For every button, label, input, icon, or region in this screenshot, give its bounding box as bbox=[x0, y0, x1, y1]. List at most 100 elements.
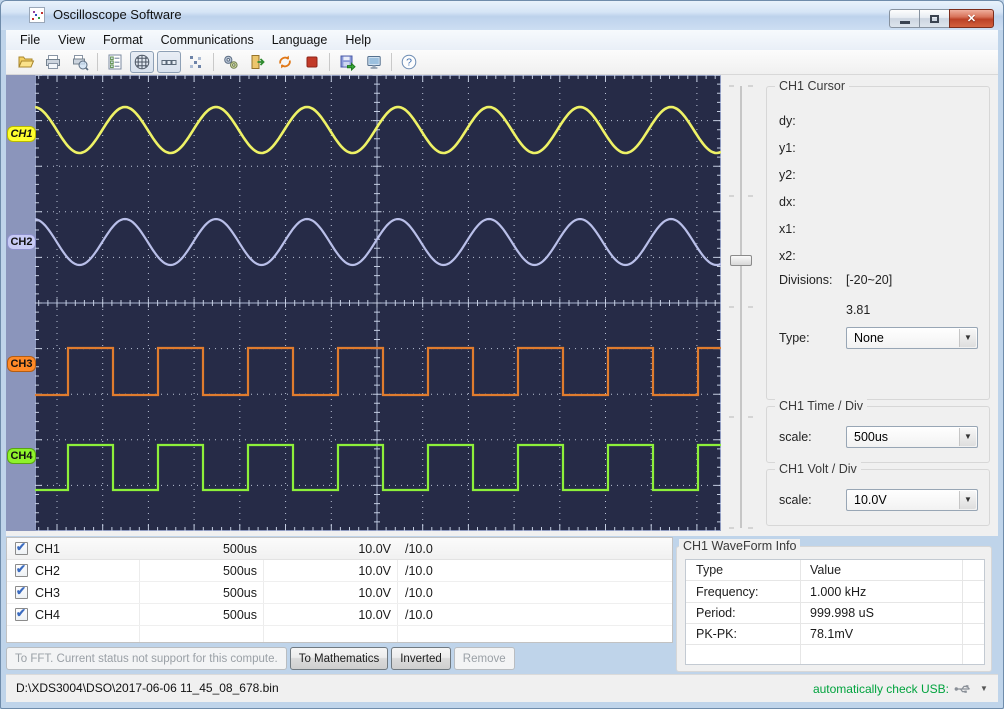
channel-volt-div: 10.0V bbox=[269, 604, 391, 626]
channel-probe: /10.0 bbox=[405, 604, 433, 626]
toolbar-separator bbox=[213, 53, 214, 71]
screen-button[interactable] bbox=[362, 51, 386, 73]
channel-checkbox-ch2[interactable]: ✔ bbox=[15, 564, 28, 577]
connect-button[interactable] bbox=[246, 51, 270, 73]
cursor-type-value: None bbox=[854, 331, 884, 345]
cursor-group-title: CH1 Cursor bbox=[775, 79, 849, 93]
channel-tag-ch2[interactable]: CH2 bbox=[7, 234, 36, 250]
channel-name: CH1 bbox=[35, 538, 60, 560]
title-bar: Oscilloscope Software ✕ bbox=[0, 0, 1004, 30]
slider-track bbox=[722, 75, 760, 535]
usb-dropdown-button[interactable]: ▼ bbox=[976, 680, 992, 698]
channel-checkbox-ch4[interactable]: ✔ bbox=[15, 608, 28, 621]
divisions-range: [-20~20] bbox=[846, 273, 892, 287]
dashed-line-icon bbox=[160, 53, 178, 71]
cursor-type-label: Type: bbox=[779, 331, 810, 345]
toolbar: ? bbox=[6, 50, 998, 75]
stop-button[interactable] bbox=[300, 51, 324, 73]
info-type: Frequency: bbox=[696, 582, 759, 603]
dots-icon bbox=[187, 53, 205, 71]
print-button[interactable] bbox=[41, 51, 65, 73]
channel-time-div: 500us bbox=[145, 538, 257, 560]
info-row: Period:999.998 uS bbox=[686, 603, 984, 624]
divisions-label: Divisions: bbox=[779, 273, 833, 287]
slider-handle[interactable] bbox=[730, 255, 752, 266]
cursor-type-select[interactable]: None ▼ bbox=[846, 327, 978, 349]
connect-icon bbox=[249, 53, 267, 71]
inverted-button[interactable]: Inverted bbox=[391, 647, 451, 670]
channel-table: ✔CH1500us10.0V/10.0✔CH2500us10.0V/10.0✔C… bbox=[6, 537, 673, 643]
waveform-info-groupbox: CH1 WaveForm Info TypeValueFrequency:1.0… bbox=[676, 546, 992, 672]
channel-name: CH2 bbox=[35, 560, 60, 582]
channel-tag-ch4[interactable]: CH4 bbox=[7, 448, 36, 464]
channel-probe: /10.0 bbox=[405, 560, 433, 582]
fft-button: To FFT. Current status not support for t… bbox=[6, 647, 287, 670]
refresh-icon bbox=[276, 53, 294, 71]
time-scale-label: scale: bbox=[779, 430, 812, 444]
to-mathematics-button[interactable]: To Mathematics bbox=[290, 647, 389, 670]
app-icon bbox=[29, 7, 45, 23]
stop-icon bbox=[303, 53, 321, 71]
info-value: 78.1mV bbox=[810, 624, 853, 645]
chevron-down-icon: ▼ bbox=[959, 491, 976, 509]
volt-scale-label: scale: bbox=[779, 493, 812, 507]
time-scale-select[interactable]: 500us ▼ bbox=[846, 426, 978, 448]
cursor-field-y2: y2: bbox=[779, 168, 796, 182]
channel-row-ch3[interactable]: ✔CH3500us10.0V/10.0 bbox=[7, 582, 672, 604]
channel-time-div: 500us bbox=[145, 582, 257, 604]
oscilloscope-display[interactable] bbox=[35, 75, 721, 531]
maximize-icon bbox=[930, 15, 939, 23]
print-preview-button[interactable] bbox=[68, 51, 92, 73]
menu-item-language[interactable]: Language bbox=[263, 30, 337, 50]
channel-row-ch1[interactable]: ✔CH1500us10.0V/10.0 bbox=[7, 538, 672, 560]
menu-item-communications[interactable]: Communications bbox=[152, 30, 263, 50]
channel-tag-ch3[interactable]: CH3 bbox=[7, 356, 36, 372]
list-view-button[interactable] bbox=[103, 51, 127, 73]
help-icon: ? bbox=[400, 53, 418, 71]
refresh-button[interactable] bbox=[273, 51, 297, 73]
info-value: Value bbox=[810, 560, 841, 581]
volt-div-group-title: CH1 Volt / Div bbox=[775, 462, 861, 476]
export-button[interactable] bbox=[335, 51, 359, 73]
channel-checkbox-ch1[interactable]: ✔ bbox=[15, 542, 28, 555]
volt-scale-select[interactable]: 10.0V ▼ bbox=[846, 489, 978, 511]
dashed-line-button[interactable] bbox=[157, 51, 181, 73]
settings-button[interactable] bbox=[219, 51, 243, 73]
info-row: Frequency:1.000 kHz bbox=[686, 582, 984, 603]
open-file-button[interactable] bbox=[14, 51, 38, 73]
channel-tag-ch1[interactable]: CH1 bbox=[7, 126, 36, 142]
check-icon: ✔ bbox=[16, 540, 26, 554]
channel-row-ch4[interactable]: ✔CH4500us10.0V/10.0 bbox=[7, 604, 672, 626]
channel-time-div: 500us bbox=[145, 560, 257, 582]
menu-item-help[interactable]: Help bbox=[336, 30, 380, 50]
channel-probe: /10.0 bbox=[405, 538, 433, 560]
time-div-groupbox: CH1 Time / Div scale: 500us ▼ bbox=[766, 406, 990, 463]
menu-item-view[interactable]: View bbox=[49, 30, 94, 50]
help-button[interactable]: ? bbox=[397, 51, 421, 73]
list-view-icon bbox=[106, 53, 124, 71]
close-icon: ✕ bbox=[967, 12, 976, 25]
grid-button[interactable] bbox=[130, 51, 154, 73]
maximize-button[interactable] bbox=[919, 9, 949, 28]
usb-status-text: automatically check USB: bbox=[813, 682, 949, 696]
export-icon bbox=[338, 53, 356, 71]
channel-row-ch2[interactable]: ✔ CH2 500us 10.0V/10.0 bbox=[7, 560, 672, 582]
info-header-row: Type Value bbox=[686, 560, 984, 581]
close-button[interactable]: ✕ bbox=[949, 9, 994, 28]
menu-item-format[interactable]: Format bbox=[94, 30, 152, 50]
vertical-slider[interactable] bbox=[722, 75, 760, 535]
info-value: 999.998 uS bbox=[810, 603, 874, 624]
dots-button[interactable] bbox=[184, 51, 208, 73]
print-icon bbox=[44, 53, 62, 71]
info-type: Type bbox=[696, 560, 723, 581]
waveform-info-title: CH1 WaveForm Info bbox=[679, 539, 800, 553]
channel-checkbox-ch3[interactable]: ✔ bbox=[15, 586, 28, 599]
time-div-group-title: CH1 Time / Div bbox=[775, 399, 867, 413]
minimize-button[interactable] bbox=[889, 9, 919, 28]
settings-icon bbox=[222, 53, 240, 71]
channel-volt-div: 10.0V bbox=[269, 560, 391, 582]
menu-item-file[interactable]: File bbox=[11, 30, 49, 50]
cursor-groupbox: CH1 Cursor dy:y1:y2:dx:x1:x2: Divisions:… bbox=[766, 86, 990, 400]
grid-icon bbox=[133, 53, 151, 71]
cursor-field-y1: y1: bbox=[779, 141, 796, 155]
